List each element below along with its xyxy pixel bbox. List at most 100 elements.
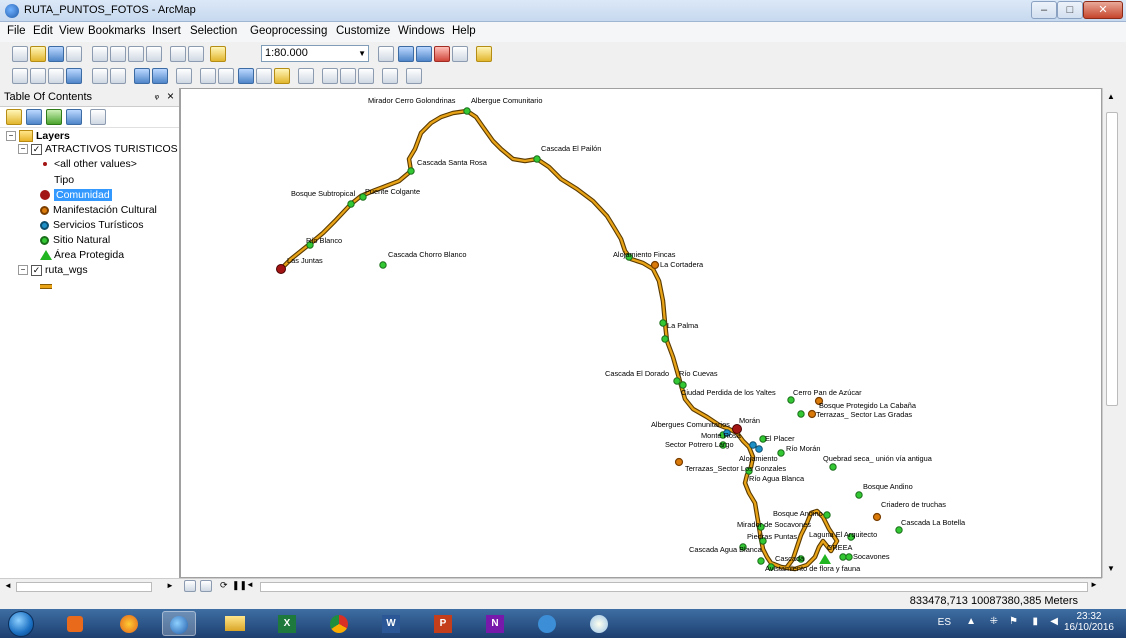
print-icon[interactable] (66, 46, 82, 62)
measure-icon[interactable] (298, 68, 314, 84)
model-builder-icon[interactable] (476, 46, 492, 62)
add-data-icon[interactable] (210, 46, 226, 62)
point-manifestacion-cultural[interactable] (650, 260, 660, 270)
pin-icon[interactable]: ᵩ (155, 90, 159, 101)
open-folder-icon[interactable] (30, 46, 46, 62)
legend-item-servicios[interactable]: Servicios Turísticos (40, 219, 143, 231)
menu-view[interactable]: View (59, 25, 84, 37)
legend-item-sitio-natural[interactable]: Sitio Natural (40, 234, 110, 246)
identify-icon[interactable] (238, 68, 254, 84)
taskbar-firefox-icon[interactable] (112, 611, 146, 636)
taskbar-powerpoint-icon[interactable]: P (426, 611, 460, 636)
menu-geoprocessing[interactable]: Geoprocessing (250, 25, 327, 37)
scroll-left-icon[interactable]: ◄ (246, 580, 254, 589)
new-document-icon[interactable] (12, 46, 28, 62)
network-tray-icon[interactable]: ⁜ (990, 616, 998, 627)
time-slider-icon[interactable] (382, 68, 398, 84)
editor-icon[interactable] (378, 46, 394, 62)
map-vertical-scrollbar[interactable]: ▲ ▼ (1102, 88, 1121, 578)
point-sitio-natural[interactable] (839, 553, 847, 561)
menu-bookmarks[interactable]: Bookmarks (88, 25, 146, 37)
search-window-icon[interactable] (416, 46, 432, 62)
scrollbar-thumb[interactable] (260, 582, 1088, 592)
minimize-button[interactable]: – (1031, 1, 1057, 19)
scroll-down-icon[interactable]: ▼ (1107, 564, 1115, 573)
point-sitio-natural[interactable] (463, 107, 471, 115)
delete-icon[interactable] (146, 46, 162, 62)
legend-item-manifestacion[interactable]: Manifestación Cultural (40, 204, 157, 216)
html-popup-icon[interactable] (274, 68, 290, 84)
copy-icon[interactable] (110, 46, 126, 62)
point-manifestacion-cultural[interactable] (674, 457, 684, 467)
layer-visibility-checkbox[interactable]: ✓ (31, 143, 42, 155)
refresh-icon[interactable]: ⟳ (220, 580, 228, 591)
redo-icon[interactable] (188, 46, 204, 62)
language-indicator[interactable]: ES (938, 617, 951, 628)
point-sitio-natural[interactable] (787, 396, 795, 404)
select-features-icon[interactable] (176, 68, 192, 84)
point-sitio-natural[interactable] (777, 449, 785, 457)
flag-tray-icon[interactable]: ⚑ (1009, 616, 1018, 627)
point-sitio-natural[interactable] (823, 511, 831, 519)
list-by-source-icon[interactable] (26, 109, 42, 125)
menu-file[interactable]: File (7, 25, 26, 37)
layer-visibility-checkbox[interactable]: ✓ (31, 264, 42, 276)
legend-item-area-protegida[interactable]: Área Protegida (40, 249, 124, 261)
full-extent-icon[interactable] (66, 68, 82, 84)
point-servicios-turisticos[interactable] (749, 441, 757, 449)
cut-icon[interactable] (92, 46, 108, 62)
catalog-icon[interactable] (398, 46, 414, 62)
fixed-zoom-in-icon[interactable] (92, 68, 108, 84)
point-sitio-natural[interactable] (845, 553, 853, 561)
taskbar-onenote-icon[interactable]: N (478, 611, 512, 636)
paste-icon[interactable] (128, 46, 144, 62)
clear-selection-icon[interactable] (200, 68, 216, 84)
toc-layer-atractivos[interactable]: − ✓ ATRACTIVOS TURISTICOS (18, 143, 178, 155)
start-button-icon[interactable] (8, 611, 34, 637)
list-by-visibility-icon[interactable] (46, 109, 62, 125)
go-to-xy-icon[interactable] (358, 68, 374, 84)
legend-item-comunidad[interactable]: Comunidad (40, 189, 112, 201)
close-icon[interactable]: × (167, 89, 174, 103)
menu-help[interactable]: Help (452, 25, 476, 37)
back-extent-icon[interactable] (134, 68, 150, 84)
map-scale-combobox[interactable]: 1:80.000 ▼ (261, 45, 369, 62)
undo-icon[interactable] (170, 46, 186, 62)
zoom-in-icon[interactable] (12, 68, 28, 84)
point-sitio-natural[interactable] (797, 410, 805, 418)
scrollbar-thumb[interactable] (1106, 112, 1118, 406)
data-view-icon[interactable] (200, 580, 212, 592)
point-sitio-natural[interactable] (661, 335, 669, 343)
taskbar-explorer-icon[interactable] (218, 611, 252, 636)
find-route-icon[interactable] (340, 68, 356, 84)
collapse-icon[interactable]: − (18, 265, 28, 276)
point-comunidad[interactable] (276, 264, 286, 274)
taskbar-word-icon[interactable]: W (374, 611, 408, 636)
forward-extent-icon[interactable] (152, 68, 168, 84)
list-by-selection-icon[interactable] (66, 109, 82, 125)
menu-edit[interactable]: Edit (33, 25, 53, 37)
point-sitio-natural[interactable] (895, 526, 903, 534)
point-sitio-natural[interactable] (829, 463, 837, 471)
volume-tray-icon[interactable]: ◀ (1050, 616, 1058, 627)
menu-selection[interactable]: Selection (190, 25, 237, 37)
collapse-icon[interactable]: − (18, 144, 28, 155)
point-sitio-natural[interactable] (855, 491, 863, 499)
point-manifestacion-cultural[interactable] (872, 512, 882, 522)
toc-layers-row[interactable]: − Layers (6, 130, 70, 143)
menu-windows[interactable]: Windows (398, 25, 445, 37)
scrollbar-thumb[interactable] (16, 582, 152, 592)
point-sitio-natural[interactable] (673, 377, 681, 385)
map-horizontal-scrollbar[interactable]: ⟳ ❚❚ ◄ ► (180, 578, 1102, 596)
point-area-protegida[interactable] (819, 554, 831, 564)
scroll-right-icon[interactable]: ► (166, 581, 174, 590)
hyperlink-icon[interactable] (256, 68, 272, 84)
maximize-button[interactable]: □ (1057, 1, 1083, 19)
point-servicios-turisticos[interactable] (755, 445, 763, 453)
collapse-icon[interactable]: − (6, 131, 16, 142)
point-sitio-natural[interactable] (659, 319, 667, 327)
options-icon[interactable] (90, 109, 106, 125)
taskbar-paint-icon[interactable] (582, 611, 616, 636)
toc-layer-ruta[interactable]: − ✓ ruta_wgs (18, 264, 88, 276)
taskbar-excel-icon[interactable]: X (270, 611, 304, 636)
